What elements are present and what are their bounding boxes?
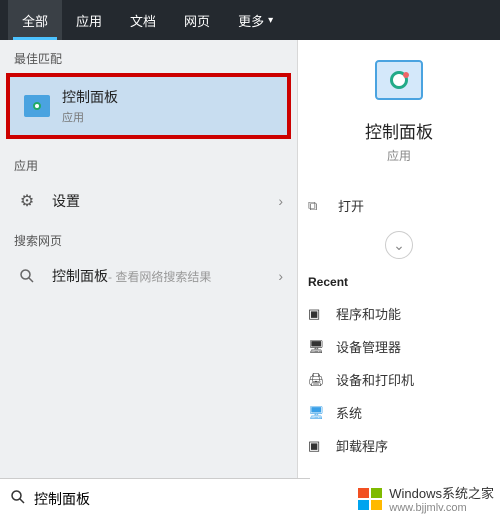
- watermark-text: Windows系统之家: [389, 483, 494, 502]
- recent-item[interactable]: 🖨 设备和打印机: [298, 363, 500, 396]
- open-action[interactable]: ⧉ 打开: [298, 190, 500, 221]
- watermark-url: www.bjjmlv.com: [389, 502, 494, 514]
- recent-label: 程序和功能: [336, 304, 401, 323]
- nav-tab-web[interactable]: 网页: [170, 0, 224, 40]
- system-icon: 🖥: [308, 405, 326, 421]
- recent-label: 系统: [336, 403, 362, 422]
- section-apps: 应用: [0, 147, 297, 180]
- result-hint: - 查看网络搜索结果: [108, 268, 211, 285]
- section-search-web: 搜索网页: [0, 222, 297, 255]
- app-result-settings[interactable]: ⚙ 设置 ›: [0, 180, 297, 222]
- result-subtitle: 应用: [62, 109, 118, 125]
- chevron-down-icon: ⌄: [393, 237, 405, 254]
- result-title: 设置: [52, 191, 80, 211]
- gear-icon: ⚙: [14, 190, 40, 212]
- chevron-down-icon: ▾: [268, 15, 273, 26]
- nav-label: 更多: [238, 11, 264, 30]
- highlight-box: 控制面板 应用: [6, 73, 291, 139]
- recent-item[interactable]: 🖥 系统: [298, 396, 500, 429]
- preview-panel: 控制面板 应用 ⧉ 打开 ⌄ Recent ▣ 程序和功能 🖥 设备管理器 🖨 设备和…: [298, 40, 500, 478]
- result-title: 控制面板: [62, 87, 118, 107]
- watermark: Windows系统之家 www.bjjmlv.com: [351, 479, 500, 518]
- recent-label: 设备和打印机: [336, 370, 414, 389]
- expand-button[interactable]: ⌄: [385, 231, 413, 259]
- recent-item[interactable]: 🖥 设备管理器: [298, 330, 500, 363]
- nav-tab-all[interactable]: 全部: [8, 0, 62, 40]
- nav-label: 文档: [130, 11, 156, 30]
- control-panel-large-icon: [375, 60, 423, 100]
- main-area: 最佳匹配 控制面板 应用 应用 ⚙ 设置 › 搜索网页: [0, 40, 500, 478]
- result-title: 控制面板: [52, 266, 108, 286]
- control-panel-icon: [24, 95, 50, 117]
- search-icon: [10, 489, 26, 508]
- nav-tab-apps[interactable]: 应用: [62, 0, 116, 40]
- nav-label: 全部: [22, 11, 48, 30]
- search-bar[interactable]: [0, 478, 310, 518]
- search-icon: [14, 265, 40, 287]
- programs-icon: ▣: [308, 306, 326, 322]
- chevron-right-icon: ›: [278, 268, 283, 284]
- nav-label: 网页: [184, 11, 210, 30]
- search-input[interactable]: [34, 491, 300, 507]
- web-result[interactable]: 控制面板 - 查看网络搜索结果 ›: [0, 255, 297, 297]
- recent-item[interactable]: ▣ 程序和功能: [298, 297, 500, 330]
- nav-tab-more[interactable]: 更多 ▾: [224, 0, 287, 40]
- recent-item[interactable]: ▣ 卸载程序: [298, 429, 500, 462]
- uninstall-icon: ▣: [308, 438, 326, 454]
- open-icon: ⧉: [308, 198, 328, 214]
- devices-printers-icon: 🖨: [308, 372, 326, 388]
- preview-title: 控制面板: [365, 118, 433, 143]
- section-best-match: 最佳匹配: [0, 40, 297, 73]
- nav-label: 应用: [76, 11, 102, 30]
- top-nav: 全部 应用 文档 网页 更多 ▾: [0, 0, 500, 40]
- recent-header: Recent: [298, 275, 500, 289]
- recent-label: 设备管理器: [336, 337, 401, 356]
- nav-tab-docs[interactable]: 文档: [116, 0, 170, 40]
- preview-header: 控制面板 应用: [298, 60, 500, 190]
- best-match-result[interactable]: 控制面板 应用: [10, 77, 287, 135]
- action-label: 打开: [338, 196, 364, 215]
- recent-label: 卸载程序: [336, 436, 388, 455]
- results-panel: 最佳匹配 控制面板 应用 应用 ⚙ 设置 › 搜索网页: [0, 40, 298, 478]
- chevron-right-icon: ›: [278, 193, 283, 209]
- windows-logo-icon: [357, 486, 383, 512]
- result-text: 控制面板 应用: [62, 87, 118, 125]
- preview-subtitle: 应用: [387, 147, 411, 164]
- device-manager-icon: 🖥: [308, 339, 326, 355]
